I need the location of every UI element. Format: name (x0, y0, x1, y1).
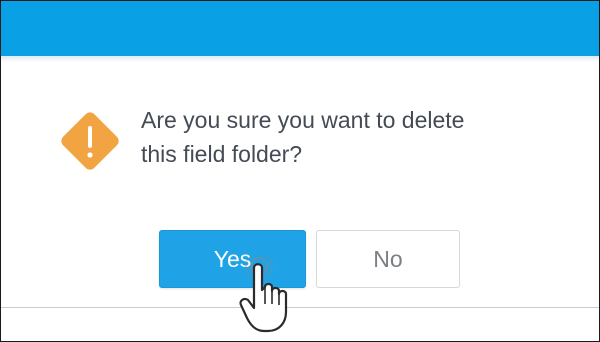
dialog-body: Are you sure you want to delete this fie… (1, 62, 599, 307)
message-line-2: this field folder? (141, 141, 303, 167)
delete-folder-dialog: Are you sure you want to delete this fie… (0, 0, 600, 342)
footer-divider (1, 307, 599, 308)
yes-button[interactable]: Yes (159, 230, 306, 288)
dialog-header-bar (1, 1, 599, 56)
confirmation-message: Are you sure you want to delete this fie… (141, 103, 561, 171)
warning-icon (61, 112, 119, 170)
no-button[interactable]: No (316, 230, 460, 288)
message-line-1: Are you sure you want to delete (141, 107, 465, 133)
